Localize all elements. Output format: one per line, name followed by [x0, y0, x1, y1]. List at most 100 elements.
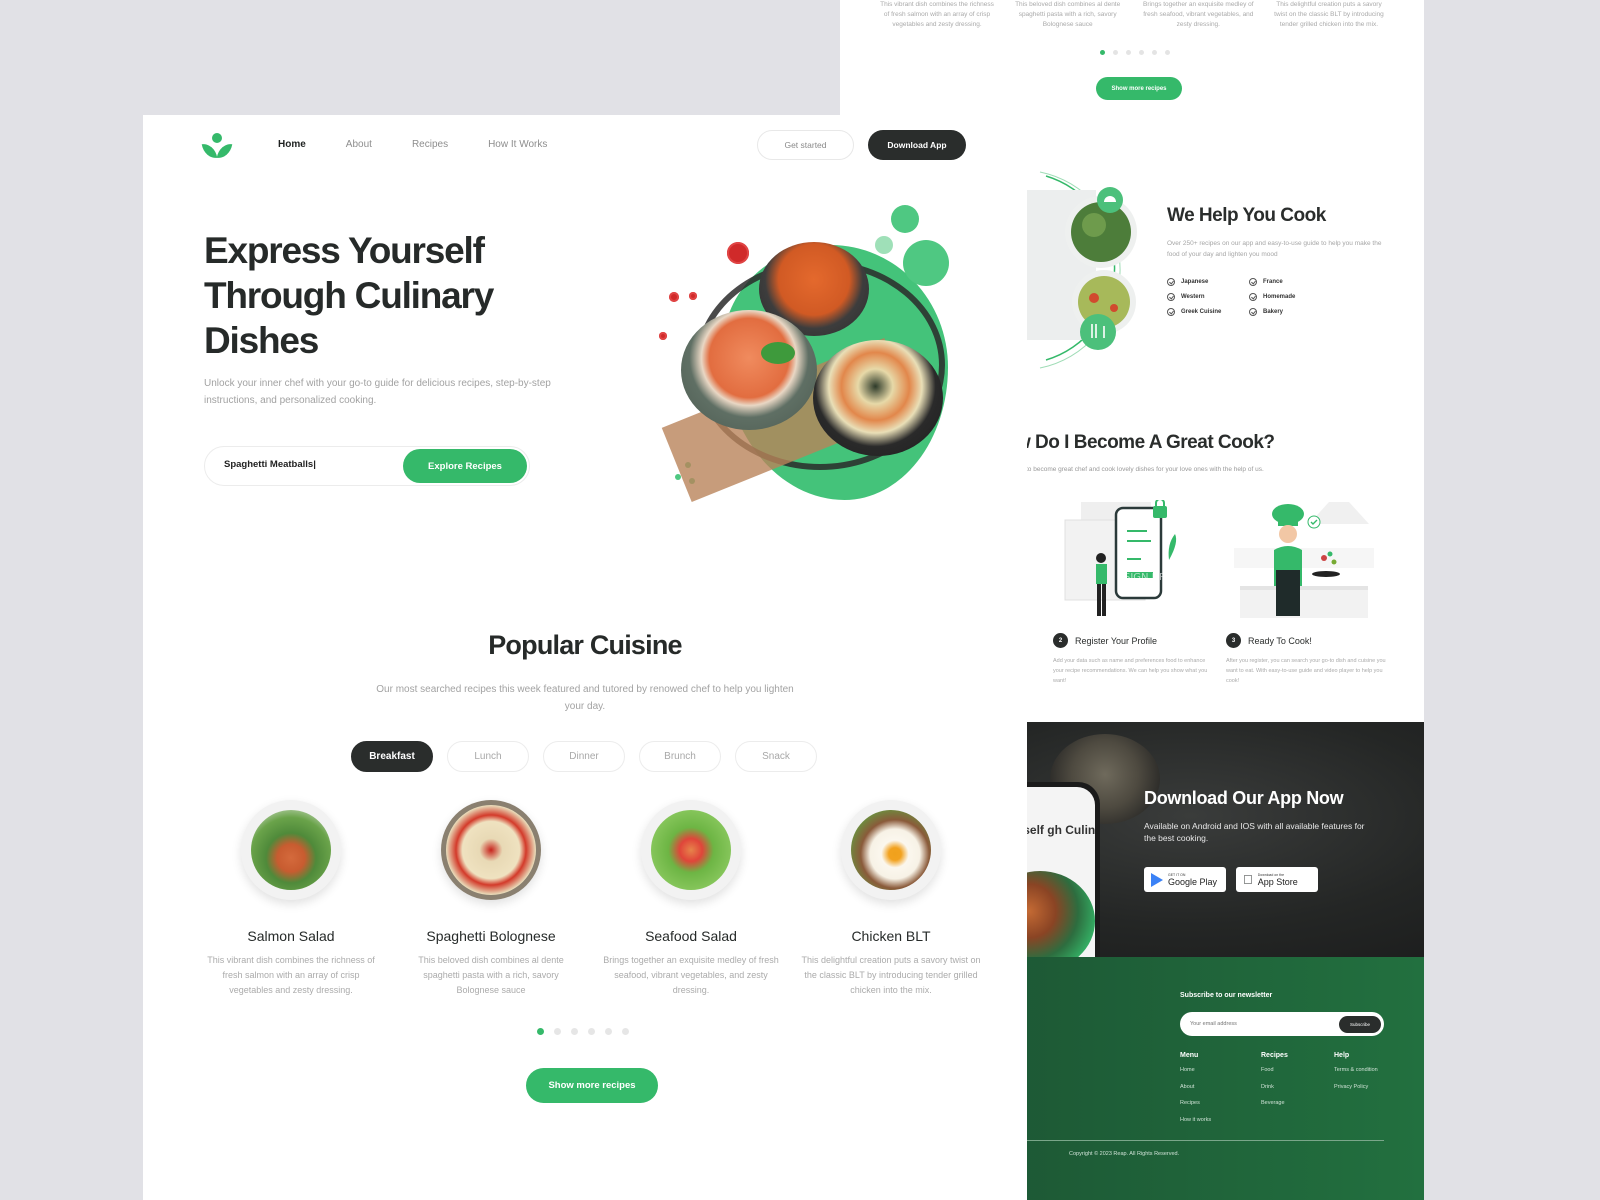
download-title: Download Our App Now: [1144, 788, 1344, 808]
greens-garnish: [761, 342, 795, 364]
step-description: Add your data such as name and preferenc…: [1053, 658, 1208, 684]
newsletter-form: Subscribe: [1180, 1012, 1384, 1036]
plum-blossom: [669, 292, 679, 302]
carousel-dot[interactable]: [554, 1028, 561, 1035]
carousel-dot[interactable]: [1139, 50, 1144, 55]
step-description: After you register, you can search your …: [1226, 658, 1386, 684]
nav-link-how-it-works[interactable]: How It Works: [488, 139, 547, 150]
bibimbap-bowl: [813, 340, 943, 456]
plum-blossom: [659, 332, 667, 340]
step-card: SIGN UP 2 Register Your Profile Add your…: [1053, 498, 1213, 686]
become-section-subtitle: to become great chef and cook lovely dis…: [1026, 466, 1264, 473]
nav-link-home[interactable]: Home: [278, 139, 306, 150]
search-input[interactable]: [224, 459, 394, 470]
tab-snack[interactable]: Snack: [735, 741, 817, 772]
footer-column-title: Help: [1334, 1052, 1350, 1059]
tab-lunch[interactable]: Lunch: [447, 741, 529, 772]
signup-illustration: SIGN UP: [1064, 498, 1177, 616]
step-card: 3 Ready To Cook! After you register, you…: [1226, 500, 1386, 686]
recipe-descriptions-row: This vibrant dish combines the richness …: [878, 0, 1388, 30]
check-circle-icon: [1167, 308, 1175, 316]
explore-recipes-button[interactable]: Explore Recipes: [403, 449, 527, 483]
google-play-icon: [1151, 872, 1163, 887]
check-circle-icon: [1249, 308, 1257, 316]
carousel-dot[interactable]: [1113, 50, 1118, 55]
footer-link[interactable]: Recipes: [1180, 1100, 1211, 1106]
carousel-dot[interactable]: [1152, 50, 1157, 55]
recipe-card[interactable]: Spaghetti Bolognese This beloved dish co…: [401, 800, 581, 998]
recipe-cards: Salmon Salad This vibrant dish combines …: [201, 800, 981, 998]
show-more-recipes-button[interactable]: Show more recipes: [526, 1068, 658, 1103]
cuisine-label: Bakery: [1263, 309, 1284, 315]
recipe-description: This beloved dish combines al dente spag…: [1015, 1, 1121, 28]
carousel-dot[interactable]: [1100, 50, 1105, 55]
footer-link[interactable]: Terms & condition: [1334, 1067, 1378, 1073]
newsletter-title: Subscribe to our newsletter: [1180, 992, 1273, 999]
cuisine-item: Bakery: [1249, 308, 1331, 316]
signup-text: SIGN UP: [1124, 572, 1165, 583]
footer-link[interactable]: Beverage: [1261, 1100, 1288, 1106]
footer-link[interactable]: About: [1180, 1084, 1211, 1090]
help-section-description: Over 250+ recipes on our app and easy-to…: [1167, 240, 1382, 258]
cuisine-list: Japanese France Western Homemade Greek C…: [1167, 278, 1331, 316]
carousel-dots: [1100, 50, 1170, 55]
get-started-button[interactable]: Get started: [757, 130, 854, 160]
tab-breakfast[interactable]: Breakfast: [351, 741, 433, 772]
carousel-dot[interactable]: [571, 1028, 578, 1035]
carousel-dot[interactable]: [537, 1028, 544, 1035]
step-title: Ready To Cook!: [1248, 635, 1312, 646]
carousel-dot[interactable]: [1165, 50, 1170, 55]
check-circle-icon: [1249, 293, 1257, 301]
carousel-dot[interactable]: [605, 1028, 612, 1035]
recipe-card[interactable]: Chicken BLT This delightful creation put…: [801, 800, 981, 998]
show-more-recipes-button[interactable]: Show more recipes: [1096, 77, 1182, 100]
google-play-button[interactable]: GET IT ON Google Play: [1144, 867, 1226, 892]
email-input[interactable]: [1190, 1021, 1320, 1027]
cuisine-item: Japanese: [1167, 278, 1249, 286]
recipe-description: This delightful creation puts a savory t…: [1274, 1, 1384, 28]
cuisine-label: France: [1263, 279, 1283, 285]
leaf-sprout-logo-icon[interactable]: [201, 133, 233, 161]
popular-cuisine-title: Popular Cuisine: [488, 630, 682, 660]
decor-bubble: [903, 240, 949, 286]
download-app-button[interactable]: Download App: [868, 130, 966, 160]
carousel-dot[interactable]: [588, 1028, 595, 1035]
help-section-title: We Help You Cook: [1167, 205, 1326, 226]
footer-link[interactable]: How it works: [1180, 1117, 1211, 1123]
cuisine-label: Greek Cuisine: [1181, 309, 1222, 315]
recipe-description: This vibrant dish combines the richness …: [207, 955, 375, 995]
cuisine-item: Western: [1167, 293, 1249, 301]
recipe-card[interactable]: Seafood Salad Brings together an exquisi…: [601, 800, 781, 998]
recipe-description: Brings together an exquisite medley of f…: [1143, 1, 1254, 28]
carousel-dot[interactable]: [622, 1028, 629, 1035]
footer-column-help: Help Terms & condition Privacy Policy: [1334, 1052, 1378, 1100]
navbar: Home About Recipes How It Works Get star…: [143, 115, 1027, 177]
recipe-name: Spaghetti Bolognese: [426, 928, 556, 944]
footer-link[interactable]: Food: [1261, 1067, 1288, 1073]
cuisine-item: Homemade: [1249, 293, 1331, 301]
footer-link[interactable]: Privacy Policy: [1334, 1084, 1378, 1090]
step-number-badge: 3: [1226, 633, 1241, 648]
tab-brunch[interactable]: Brunch: [639, 741, 721, 772]
footer-link[interactable]: Drink: [1261, 1084, 1288, 1090]
subscribe-button[interactable]: Subscribe: [1339, 1015, 1381, 1033]
check-circle-icon: [1167, 278, 1175, 286]
recipe-description: This beloved dish combines al dente spag…: [418, 955, 564, 995]
plum-blossom: [727, 242, 749, 264]
nav-link-about[interactable]: About: [346, 139, 372, 150]
nav-link-recipes[interactable]: Recipes: [412, 139, 448, 150]
footer-link[interactable]: Home: [1180, 1067, 1211, 1073]
landing-page: Home About Recipes How It Works Get star…: [143, 115, 1027, 1200]
plum-blossom: [689, 292, 697, 300]
carousel-dot[interactable]: [1126, 50, 1131, 55]
korean-dishes-hero-image: [633, 200, 973, 510]
seafood-salad-image: [641, 800, 741, 900]
recipe-search: Explore Recipes: [204, 446, 530, 486]
check-circle-icon: [1167, 293, 1175, 301]
app-store-button[interactable]:  Download on the App Store: [1236, 867, 1318, 892]
apple-icon: : [1243, 873, 1253, 886]
chef-cooking-illustration: [1234, 502, 1374, 618]
tab-dinner[interactable]: Dinner: [543, 741, 625, 772]
recipe-card[interactable]: Salmon Salad This vibrant dish combines …: [201, 800, 381, 998]
hero-description: Unlock your inner chef with your go-to g…: [204, 378, 551, 406]
